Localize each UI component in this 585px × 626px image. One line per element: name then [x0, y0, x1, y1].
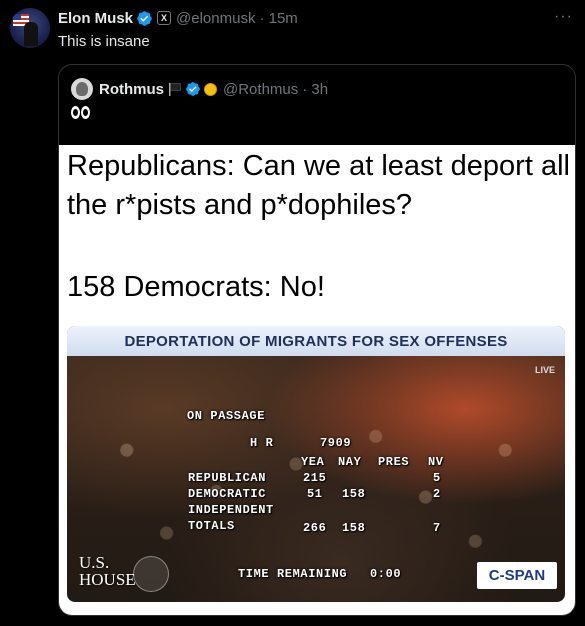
- quoted-header: Rothmus @Rothmus · 3h: [99, 80, 328, 98]
- row-nay: 158: [342, 487, 366, 501]
- time-remaining-label: TIME REMAINING: [238, 567, 348, 581]
- row-nv: 2: [433, 487, 441, 501]
- meme-caption-top: Republicans: Can we at least deport all …: [67, 150, 570, 221]
- tweet-header: Elon Musk X @elonmusk · 15m: [58, 9, 298, 27]
- row-label: TOTALS: [188, 519, 235, 533]
- coin-emoji-icon: [204, 82, 217, 96]
- author-handle[interactable]: @elonmusk: [176, 10, 255, 27]
- author-avatar[interactable]: [10, 8, 50, 48]
- black-flag-icon: [169, 83, 181, 96]
- quoted-author-handle[interactable]: @Rothmus: [223, 81, 298, 98]
- cspan-logo: C-SPAN: [477, 562, 557, 589]
- author-name[interactable]: Elon Musk: [58, 10, 133, 27]
- quoted-author-name[interactable]: Rothmus: [99, 81, 164, 98]
- verified-icon: [186, 82, 200, 96]
- more-dots-icon[interactable]: ···: [554, 8, 573, 26]
- time-remaining-value: 0:00: [370, 567, 402, 581]
- col-pres: PRES: [378, 455, 410, 469]
- x-affiliate-badge-icon: X: [157, 11, 172, 25]
- meme-caption-bottom: 158 Democrats: No!: [67, 271, 325, 303]
- quoted-time[interactable]: · 3h: [302, 81, 328, 98]
- row-label: REPUBLICAN: [188, 471, 267, 485]
- row-yea: 266: [303, 521, 327, 535]
- cspan-screenshot: DEPORTATION OF MIGRANTS FOR SEX OFFENSES…: [67, 326, 565, 602]
- quoted-media-image[interactable]: Republicans: Can we at least deport all …: [59, 145, 575, 615]
- col-yea: YEA: [301, 455, 325, 469]
- quoted-author-avatar[interactable]: [71, 78, 93, 100]
- row-yea: 51: [307, 487, 323, 501]
- us-house-logo: U.S. HOUSE: [79, 554, 169, 594]
- col-nv: NV: [428, 455, 444, 469]
- hr-label: H R: [250, 436, 274, 450]
- tweet-time[interactable]: · 15m: [259, 10, 297, 27]
- on-passage-label: ON PASSAGE: [187, 409, 266, 423]
- row-nv: 7: [433, 521, 441, 535]
- quoted-tweet[interactable]: Rothmus @Rothmus · 3h Republicans: Can w…: [58, 64, 576, 616]
- verified-icon: [137, 10, 152, 26]
- bill-number: 7909: [320, 436, 352, 450]
- row-yea: 215: [303, 471, 327, 485]
- avatar-figure: [24, 22, 38, 46]
- col-nay: NAY: [338, 455, 362, 469]
- live-indicator: LIVE: [534, 365, 555, 375]
- row-label: INDEPENDENT: [188, 503, 274, 517]
- house-seal-icon: [133, 556, 169, 592]
- tweet-text: This is insane: [58, 33, 150, 50]
- eyes-emoji-icon: [71, 106, 90, 119]
- row-nv: 5: [433, 471, 441, 485]
- tv-banner: DEPORTATION OF MIGRANTS FOR SEX OFFENSES: [67, 326, 565, 356]
- row-label: DEMOCRATIC: [188, 487, 267, 501]
- row-nay: 158: [342, 521, 366, 535]
